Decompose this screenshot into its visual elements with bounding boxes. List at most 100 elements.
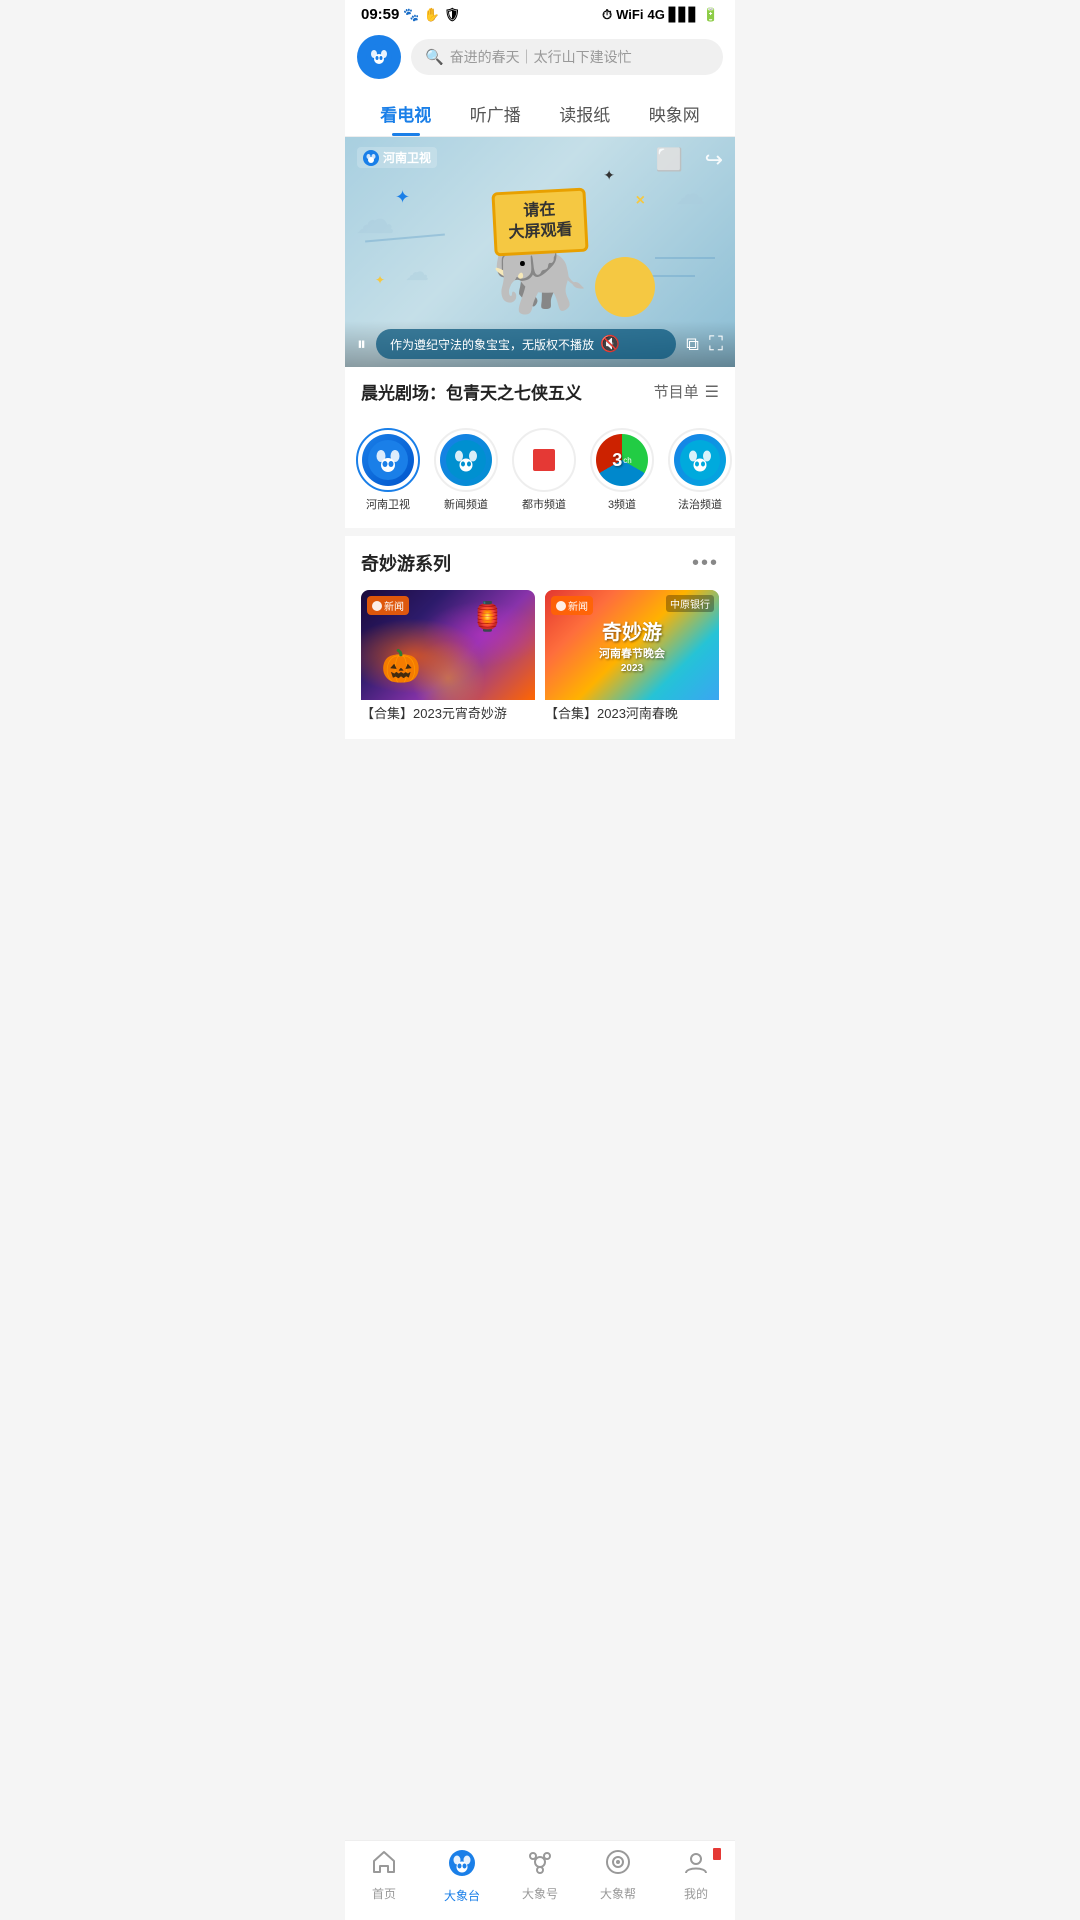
nav-item-daxiangbang[interactable]: 大象帮 <box>588 1849 648 1904</box>
search-placeholder: 奋进的春天｜太行山下建设忙 <box>450 47 632 67</box>
nav-item-home[interactable]: 首页 <box>354 1849 414 1904</box>
daxiangtai-icon <box>448 1849 476 1884</box>
cellular-icon: 4G <box>647 7 664 22</box>
cast-icon[interactable]: ⬜ <box>656 147 683 173</box>
tabs-bar: 看电视 听广播 读报纸 映象网 <box>345 89 735 137</box>
channel-item-3ch[interactable]: 3 ch 3频道 <box>587 428 657 512</box>
card-badge-1: 新闻 <box>367 596 409 615</box>
sparkle-2: ✦ <box>603 167 615 184</box>
nav-label-mine: 我的 <box>684 1885 708 1902</box>
pause-button[interactable]: ⏸ <box>357 334 366 355</box>
news-logo <box>440 434 492 486</box>
channel-item-city[interactable]: 都市频道 <box>509 428 579 512</box>
schedule-button[interactable]: 节目单 ☰ <box>654 381 719 402</box>
home-icon <box>371 1849 397 1882</box>
wifi-icon: WiFi <box>616 7 643 22</box>
city-logo <box>518 434 570 486</box>
tab-tv[interactable]: 看电视 <box>361 89 451 136</box>
content-section: 奇妙游系列 ••• 🏮 🎃 新闻 【合集】2023元宵奇妙游 <box>345 536 735 739</box>
cloud-decoration-2: ☁ <box>675 177 705 212</box>
content-card-1[interactable]: 🏮 🎃 新闻 【合集】2023元宵奇妙游 <box>361 590 535 725</box>
program-title: 晨光剧场：包青天之七侠五义 <box>361 379 582 404</box>
app-logo[interactable] <box>357 35 401 79</box>
hand-icon: ✋ <box>424 7 440 23</box>
share-icon[interactable]: ↪ <box>705 147 723 173</box>
channel-circle-legal <box>668 428 732 492</box>
mute-icon[interactable]: 🔇 <box>600 334 620 354</box>
video-controls: ⏸ 作为遵纪守法的象宝宝，无版权不播放 🔇 ⧉ ⛶ <box>345 321 735 367</box>
channel-name-text: 河南卫视 <box>383 149 431 166</box>
channel-label-news: 新闻频道 <box>444 496 488 512</box>
channel-item-legal[interactable]: 法治频道 <box>665 428 735 512</box>
legal-logo <box>674 434 726 486</box>
tab-radio[interactable]: 听广播 <box>451 89 541 136</box>
tab-yixiang[interactable]: 映象网 <box>630 89 720 136</box>
card-title-2: 【合集】2023河南春晚 <box>545 700 719 725</box>
search-bar[interactable]: 🔍 奋进的春天｜太行山下建设忙 <box>411 39 723 75</box>
status-time: 09:59 <box>361 6 399 23</box>
paw-icon: 🐾 <box>403 7 419 23</box>
channel-label-city: 都市频道 <box>522 496 566 512</box>
sparkle-3: ✦ <box>375 273 385 287</box>
program-info: 晨光剧场：包青天之七侠五义 节目单 ☰ <box>345 367 735 416</box>
section-title: 奇妙游系列 <box>361 550 451 576</box>
content-card-2[interactable]: 中原银行 奇妙游 河南春节晚会 2023 新闻 【合集】2023河南春晚 <box>545 590 719 725</box>
badge-text-2: 新闻 <box>568 598 588 613</box>
section-more-button[interactable]: ••• <box>692 552 719 575</box>
channel-circle-henan <box>356 428 420 492</box>
character-emoji: 🎃 <box>381 647 421 685</box>
nav-item-daxiangtai[interactable]: 大象台 <box>432 1849 492 1904</box>
nav-label-daxianghao: 大象号 <box>522 1885 558 1902</box>
status-left: 09:59 🐾 ✋ 🛡 <box>361 6 460 23</box>
nav-label-home: 首页 <box>372 1885 396 1902</box>
close-overlay-icon[interactable]: × <box>636 192 645 210</box>
video-area[interactable]: ☁ ☁ ☁ 河南卫视 ⬜ ↪ 请在 大屏观看 <box>345 137 735 367</box>
channel-label-legal: 法治频道 <box>678 496 722 512</box>
fullscreen-button[interactable]: ⛶ <box>709 333 723 356</box>
daxianghao-icon <box>527 1849 553 1882</box>
sign-text: 请在 大屏观看 <box>491 188 588 256</box>
nav-item-daxianghao[interactable]: 大象号 <box>510 1849 570 1904</box>
cloud-decoration-1: ☁ <box>355 197 395 243</box>
daxiangbang-icon <box>605 1849 631 1882</box>
timer-icon: ⏱ <box>602 7 612 23</box>
nav-label-daxiangbang: 大象帮 <box>600 1885 636 1902</box>
subtitle-text: 作为遵纪守法的象宝宝，无版权不播放 <box>390 336 594 353</box>
schedule-label: 节目单 <box>654 381 699 402</box>
subtitle-bar: 作为遵纪守法的象宝宝，无版权不播放 🔇 <box>376 329 676 359</box>
signal-icon: ▋▋▋ <box>669 7 699 23</box>
yellow-circle-deco <box>595 257 655 317</box>
channel-item-news[interactable]: 新闻频道 <box>431 428 501 512</box>
cloud-decoration-3: ☁ <box>405 258 429 287</box>
schedule-icon: ☰ <box>705 382 719 402</box>
nav-label-daxiangtai: 大象台 <box>444 1887 480 1904</box>
tab-newspaper[interactable]: 读报纸 <box>540 89 630 136</box>
henan-logo <box>362 434 414 486</box>
shield-icon: 🛡 <box>444 7 461 23</box>
card-thumb-2: 中原银行 奇妙游 河南春节晚会 2023 新闻 <box>545 590 719 700</box>
lantern-emoji: 🏮 <box>470 600 505 633</box>
channel-item-henan[interactable]: 河南卫视 <box>353 428 423 512</box>
sparkle-1: ✦ <box>395 187 410 208</box>
festival-text: 奇妙游 河南春节晚会 2023 <box>599 616 665 674</box>
3ch-logo: 3 ch <box>596 434 648 486</box>
mine-icon <box>683 1849 709 1882</box>
channel-circle-city <box>512 428 576 492</box>
video-container: ☁ ☁ ☁ 河南卫视 ⬜ ↪ 请在 大屏观看 <box>345 137 735 367</box>
notification-badge <box>712 1847 722 1861</box>
battery-icon: 🔋 <box>703 7 719 23</box>
channel-list: 河南卫视 新闻频道 <box>345 416 735 528</box>
status-right: ⏱ WiFi 4G ▋▋▋ 🔋 <box>602 7 719 23</box>
card-thumb-1: 🏮 🎃 新闻 <box>361 590 535 700</box>
video-channel-logo: 河南卫视 <box>357 147 437 168</box>
wave-2 <box>655 257 715 259</box>
status-bar: 09:59 🐾 ✋ 🛡 ⏱ WiFi 4G ▋▋▋ 🔋 <box>345 0 735 27</box>
badge-text-1: 新闻 <box>384 598 404 613</box>
pip-button[interactable]: ⧉ <box>686 334 699 355</box>
channel-label-3ch: 3频道 <box>608 496 636 512</box>
header: 🔍 奋进的春天｜太行山下建设忙 <box>345 27 735 89</box>
nav-item-mine[interactable]: 我的 <box>666 1849 726 1904</box>
channel-circle-news <box>434 428 498 492</box>
channel-circle-3ch: 3 ch <box>590 428 654 492</box>
channel-label-henan: 河南卫视 <box>366 496 410 512</box>
